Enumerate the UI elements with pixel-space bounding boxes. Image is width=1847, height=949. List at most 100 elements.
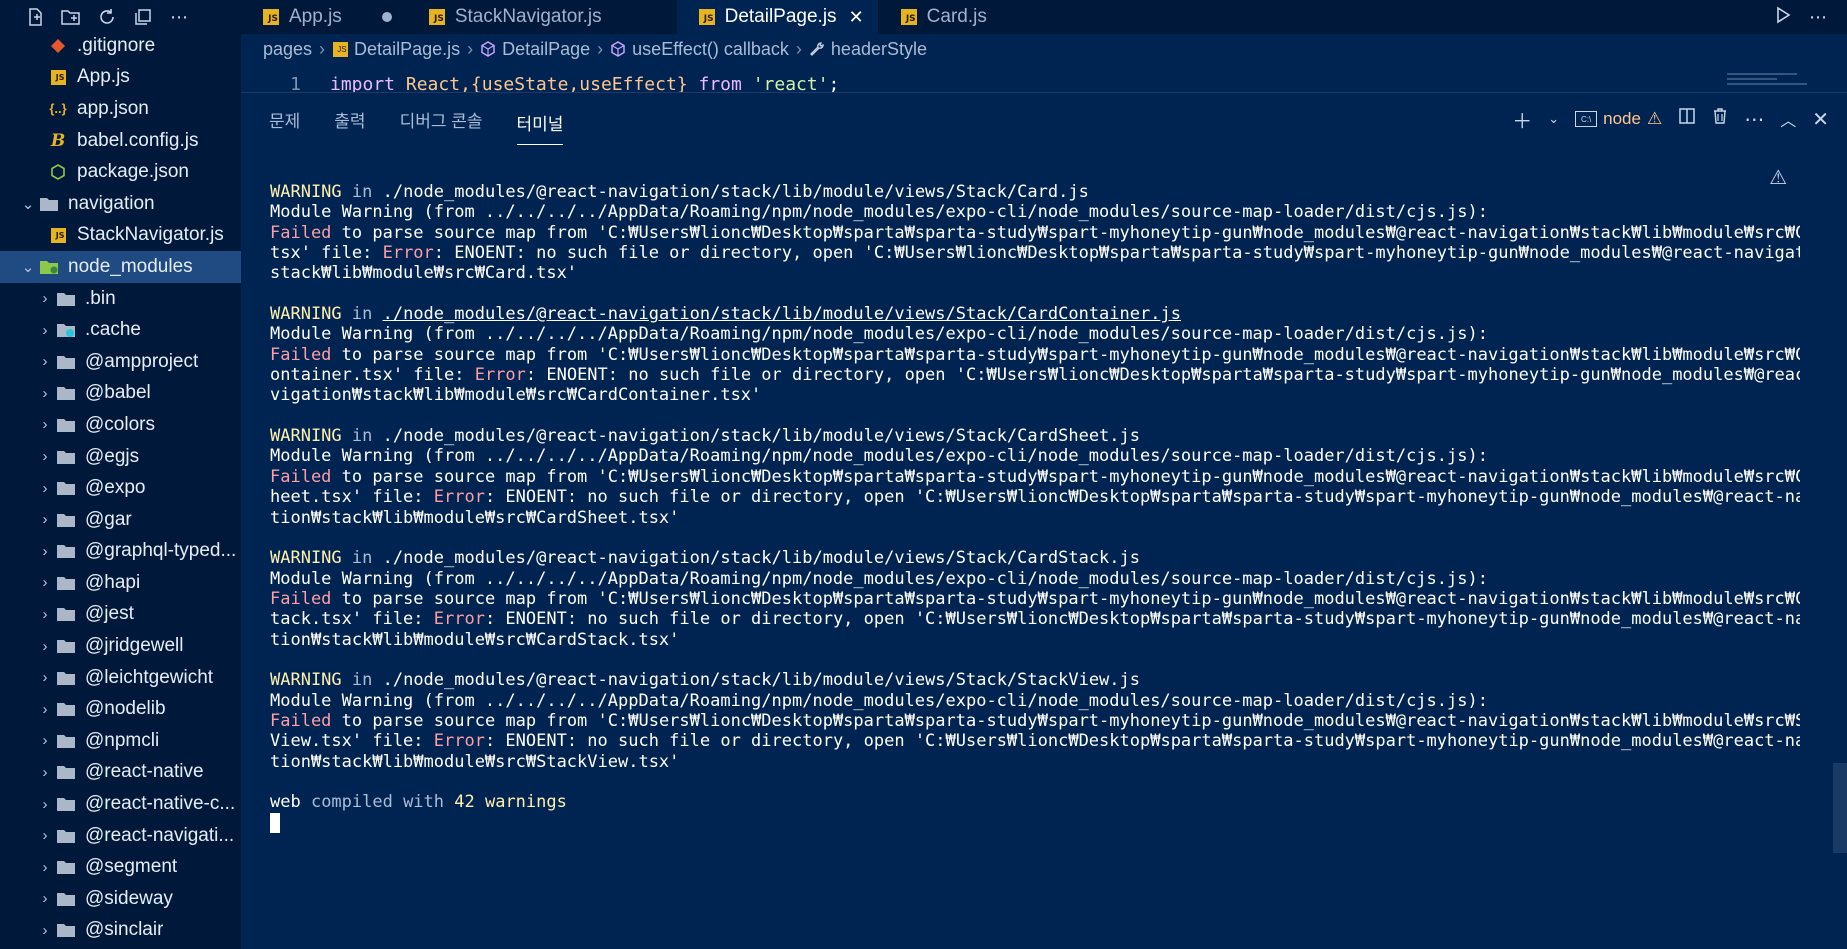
explorer-item[interactable]: › @sideway [0,883,241,915]
new-file-icon[interactable] [22,4,48,30]
minimap[interactable] [1727,70,1817,90]
more-actions-icon[interactable]: ⋯ [166,4,192,30]
explorer-item[interactable]: › @npmcli [0,725,241,757]
explorer-item[interactable]: › @react-navigati... [0,820,241,852]
editor-code-line[interactable]: 1 import React,{useState,useEffect} from … [241,74,1847,92]
breadcrumb-item[interactable]: DetailPage [502,39,590,60]
terminal-text: Failed [270,222,332,243]
git-file-icon [47,36,69,56]
terminal-output[interactable]: WARNING in ./node_modules/@react-navigat… [270,182,1800,833]
explorer-item-label: babel.config.js [77,129,199,151]
explorer-item[interactable]: .gitignore [0,30,241,62]
terminal-text: WARNING [270,548,342,569]
terminal-selector[interactable]: C:\ node ⚠ [1575,109,1662,129]
breadcrumb-item[interactable]: useEffect() callback [632,39,789,60]
panel-tab[interactable]: 출력 [334,93,365,145]
chevron-right-icon: › [795,38,802,59]
explorer-item[interactable]: Bbabel.config.js [0,125,241,157]
terminal-prompt-line[interactable] [270,813,1800,833]
explorer-item[interactable]: › @expo [0,472,241,504]
folder-icon [55,920,77,940]
refresh-icon[interactable] [94,4,120,30]
explorer-item-label: @expo [85,477,146,499]
chevron-right-icon: › [42,637,48,655]
explorer-item[interactable]: {..} app.json [0,93,241,125]
editor-tab[interactable]: JS Card.js [879,0,1062,34]
terminal-text: ./node_modules/@react-navigation/stack/l… [382,426,1140,447]
editor-actions: ⋯ [1775,0,1847,34]
explorer-item[interactable]: › @ampproject [0,346,241,378]
chevron-right-icon: › [42,290,48,308]
explorer-item[interactable]: › @react-native-c... [0,788,241,820]
maximize-panel-icon[interactable]: ︿ [1780,107,1796,131]
breadcrumb-item[interactable]: DetailPage.js [354,39,460,60]
breadcrumb-item[interactable]: headerStyle [831,39,927,60]
explorer-item[interactable]: › @jridgewell [0,630,241,662]
terminal-text: : ENOENT: no such file or directory, ope… [484,731,1800,752]
folder-icon [55,541,77,561]
explorer-item[interactable]: › @segment [0,851,241,883]
explorer-item-label: @npmcli [85,729,160,751]
trash-icon[interactable] [1712,107,1728,131]
explorer-item[interactable]: › @jest [0,599,241,631]
terminal-line: WARNING in ./node_modules/@react-navigat… [270,182,1800,202]
explorer-item[interactable]: › @sinclair [0,915,241,947]
folder-icon [55,889,77,909]
explorer-item[interactable]: › @colors [0,409,241,441]
terminal-text: Error [433,487,485,508]
editor-tab[interactable]: JS DetailPage.js ✕ [676,0,879,34]
terminal-text: to parse source map from 'C:₩Users₩lionc… [331,344,1800,365]
explorer-item[interactable]: › @hapi [0,567,241,599]
explorer-item[interactable]: › @egjs [0,441,241,473]
explorer-item-label: node_modules [68,255,193,277]
editor-tab[interactable]: JS App.js [241,0,407,34]
terminal-name: node [1603,109,1641,128]
explorer-item[interactable]: › @leichtgewicht [0,662,241,694]
explorer-item[interactable]: › @graphql-typed... [0,536,241,568]
explorer-item[interactable]: › @babel [0,378,241,410]
terminal-text: to parse source map from 'C:₩Users₩lionc… [331,588,1800,609]
breadcrumb-item[interactable]: pages [263,39,312,60]
folder-icon [55,478,77,498]
terminal-icon: C:\ [1575,111,1598,127]
chevron-down-icon[interactable]: ⌄ [1548,111,1559,127]
close-panel-icon[interactable]: ✕ [1812,107,1829,132]
modified-dot-icon[interactable] [381,12,392,22]
explorer-item[interactable]: › @gar [0,504,241,536]
explorer-item[interactable]: ⌄ node_modules [0,251,241,283]
new-terminal-icon[interactable]: ＋ [1512,105,1532,134]
explorer-item[interactable]: › @nodelib [0,693,241,725]
panel-tab[interactable]: 디버그 콘솔 [400,93,483,145]
terminal-cursor [270,813,280,833]
panel-tab[interactable]: 터미널 [516,101,564,145]
run-icon[interactable] [1775,6,1791,29]
collapse-all-icon[interactable] [130,4,156,30]
explorer-item-label: package.json [77,161,189,183]
chevron-right-icon: › [42,384,48,402]
new-folder-icon[interactable] [58,4,84,30]
explorer-item[interactable]: › .bin [0,283,241,315]
panel-tab[interactable]: 문제 [269,93,300,145]
explorer-item[interactable]: ⌄ navigation [0,188,241,220]
explorer-item-label: @graphql-typed... [85,540,237,562]
close-tab-icon[interactable]: ✕ [849,7,864,28]
explorer-item[interactable]: › .cache [0,314,241,346]
editor-tab[interactable]: JS StackNavigator.js [407,0,677,34]
terminal-text: ./node_modules/@react-navigation/stack/l… [382,670,1140,691]
terminal-text[interactable]: ./node_modules/@react-navigation/stack/l… [383,304,1181,324]
terminal-line: heet.tsx' file: Error: ENOENT: no such f… [270,487,1800,507]
explorer-item[interactable]: › @react-native [0,757,241,789]
warning-icon: ⚠ [1646,109,1663,128]
explorer-item[interactable]: JS App.js [0,62,241,94]
terminal-scrollbar[interactable] [1833,763,1847,853]
explorer-item[interactable]: package.json [0,156,241,188]
explorer-item[interactable]: JS StackNavigator.js [0,220,241,252]
split-terminal-icon[interactable] [1678,107,1696,131]
folder-icon [55,415,77,435]
node-folder-icon [38,257,60,277]
more-actions-icon[interactable]: ⋯ [1809,7,1827,28]
more-actions-icon[interactable]: ⋯ [1744,107,1764,132]
